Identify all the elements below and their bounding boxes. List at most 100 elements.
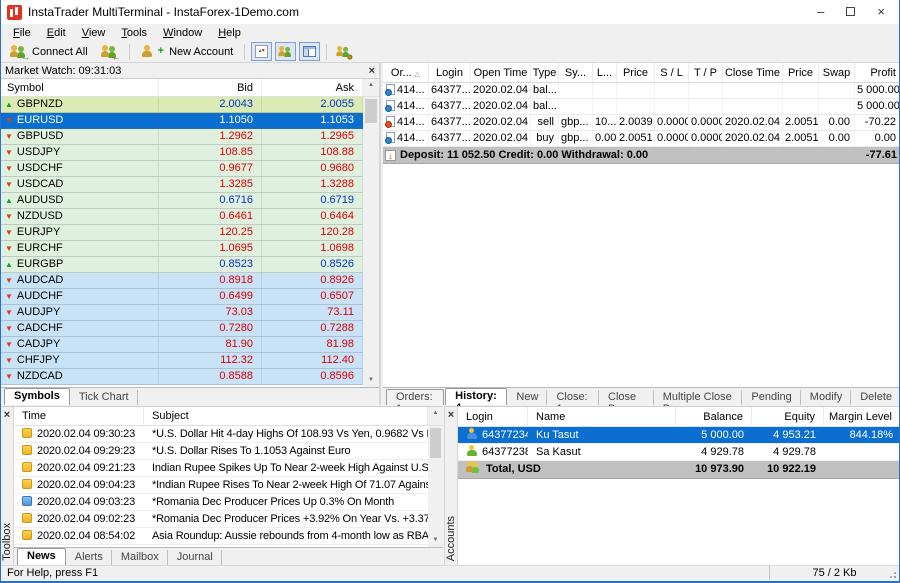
menu-tools[interactable]: Tools <box>113 27 155 39</box>
tab-tick-chart[interactable]: Tick Chart <box>71 390 138 405</box>
news-row[interactable]: 2020.02.04 09:03:23*Romania Dec Producer… <box>14 494 428 511</box>
column-header-name[interactable]: Name <box>528 407 676 426</box>
news-row[interactable]: 2020.02.04 09:02:23*Romania Dec Producer… <box>14 511 428 528</box>
market-watch-row-eurchf[interactable]: ▼EURCHF1.06951.0698 <box>1 241 363 257</box>
order-row[interactable]: 414...64377...2020.02.04 ...bal...5 000.… <box>383 83 900 99</box>
news-scrollbar[interactable]: ▼ <box>428 426 443 547</box>
tab-orders-1[interactable]: Orders: 1 <box>386 389 444 405</box>
ask-value: 0.6719 <box>262 193 363 208</box>
account-settings-button[interactable] <box>333 42 354 61</box>
tab-new[interactable]: New <box>508 390 547 405</box>
tab-history-4[interactable]: History: 4 <box>445 388 507 405</box>
tab-close-1[interactable]: Close: 1 <box>548 390 599 405</box>
market-watch-row-usdcad[interactable]: ▼USDCAD1.32851.3288 <box>1 177 363 193</box>
tab-mailbox[interactable]: Mailbox <box>113 550 168 565</box>
menu-window[interactable]: Window <box>155 27 210 39</box>
tab-delete[interactable]: Delete <box>852 390 900 405</box>
toggle-accounts-button[interactable] <box>275 42 296 61</box>
scrollbar-thumb[interactable] <box>365 99 377 123</box>
column-header-login[interactable]: Login <box>458 407 528 426</box>
toggle-layout-button[interactable] <box>299 42 320 61</box>
news-row[interactable]: 2020.02.04 09:04:23*Indian Rupee Rises T… <box>14 477 428 494</box>
news-row[interactable]: 2020.02.04 09:21:23Indian Rupee Spikes U… <box>14 460 428 477</box>
market-watch-row-cadchf[interactable]: ▼CADCHF0.72800.7288 <box>1 321 363 337</box>
market-watch-close-icon[interactable]: × <box>369 65 375 77</box>
column-header-close-time[interactable]: Close Time <box>723 63 783 82</box>
scrollbar-track[interactable]: ▲ <box>428 407 443 425</box>
market-watch-row-eurjpy[interactable]: ▼EURJPY120.25120.28 <box>1 225 363 241</box>
menu-help[interactable]: Help <box>210 27 249 39</box>
column-header-time[interactable]: Time <box>14 407 144 425</box>
market-watch-row-audjpy[interactable]: ▼AUDJPY73.0373.11 <box>1 305 363 321</box>
market-watch-row-nzdusd[interactable]: ▼NZDUSD0.64610.6464 <box>1 209 363 225</box>
toggle-tick-chart-button[interactable]: ▴▾ <box>251 42 272 61</box>
minimize-icon[interactable]: – <box>817 5 824 19</box>
menu-view[interactable]: View <box>74 27 114 39</box>
column-header-lots[interactable]: L... <box>593 63 617 82</box>
account-row-64377234[interactable]: 64377234Ku Tasut5 000.004 953.21844.18% <box>458 427 900 444</box>
scroll-up-icon[interactable]: ▲ <box>363 79 379 91</box>
column-header-price[interactable]: Price <box>617 63 655 82</box>
column-header-symbol[interactable]: Sy... <box>559 63 593 82</box>
connect-all-button[interactable]: → Connect All <box>5 43 93 60</box>
scroll-up-icon[interactable]: ▲ <box>428 407 443 419</box>
tab-pending[interactable]: Pending <box>743 390 800 405</box>
market-watch-row-audcad[interactable]: ▼AUDCAD0.89180.8926 <box>1 273 363 289</box>
column-header-login[interactable]: Login <box>429 63 471 82</box>
market-watch-row-chfjpy[interactable]: ▼CHFJPY112.32112.40 <box>1 353 363 369</box>
scrollbar-track[interactable]: ▲ <box>363 79 379 96</box>
column-header-type[interactable]: Type <box>531 63 559 82</box>
news-row[interactable]: 2020.02.04 09:29:23*U.S. Dollar Rises To… <box>14 443 428 460</box>
toolbox-close-icon[interactable]: × <box>4 409 10 421</box>
tab-symbols[interactable]: Symbols <box>4 388 70 405</box>
accounts-close-icon[interactable]: × <box>448 409 454 421</box>
menu-file[interactable]: File <box>5 27 39 39</box>
column-header-order[interactable]: Or...△ <box>383 63 429 82</box>
market-watch-row-eurgbp[interactable]: ▲EURGBP0.85230.8526 <box>1 257 363 273</box>
column-header-equity[interactable]: Equity <box>752 407 824 426</box>
column-header-open-time[interactable]: Open Time <box>471 63 531 82</box>
column-header-swap[interactable]: Swap <box>819 63 855 82</box>
market-watch-row-audchf[interactable]: ▼AUDCHF0.64990.6507 <box>1 289 363 305</box>
market-watch-row-gbpnzd[interactable]: ▲GBPNZD2.00432.0055 <box>1 97 363 113</box>
column-header-subject[interactable]: Subject <box>144 407 428 425</box>
new-account-button[interactable]: + New Account <box>136 43 239 60</box>
market-watch-row-cadjpy[interactable]: ▼CADJPY81.9081.98 <box>1 337 363 353</box>
column-header-bid[interactable]: Bid <box>159 79 262 96</box>
column-header-balance[interactable]: Balance <box>676 407 752 426</box>
column-header-sl[interactable]: S / L <box>655 63 689 82</box>
market-watch-row-eurusd[interactable]: ▼EURUSD1.10501.1053 <box>1 113 363 129</box>
column-header-symbol[interactable]: Symbol <box>1 79 159 96</box>
news-row[interactable]: 2020.02.04 09:30:23*U.S. Dollar Hit 4-da… <box>14 426 428 443</box>
tab-journal[interactable]: Journal <box>169 550 222 565</box>
account-row-64377238[interactable]: 64377238Sa Kasut4 929.784 929.78 <box>458 444 900 461</box>
order-row[interactable]: 414...64377...2020.02.04 ...bal...5 000.… <box>383 99 900 115</box>
tab-alerts[interactable]: Alerts <box>67 550 112 565</box>
market-watch-row-audusd[interactable]: ▲AUDUSD0.67160.6719 <box>1 193 363 209</box>
close-icon[interactable]: × <box>877 5 885 19</box>
scroll-down-icon[interactable]: ▼ <box>363 374 379 386</box>
tab-modify[interactable]: Modify <box>802 390 851 405</box>
market-watch-row-usdchf[interactable]: ▼USDCHF0.96770.9680 <box>1 161 363 177</box>
tab-close-by[interactable]: Close By <box>600 390 654 405</box>
disconnect-all-button[interactable]: ← <box>96 43 123 60</box>
market-watch-row-usdjpy[interactable]: ▼USDJPY108.85108.88 <box>1 145 363 161</box>
maximize-icon[interactable] <box>846 5 855 19</box>
news-row[interactable]: 2020.02.04 08:54:02Asia Roundup: Aussie … <box>14 528 428 545</box>
column-header-tp[interactable]: T / P <box>689 63 723 82</box>
scrollbar-thumb[interactable] <box>430 428 441 458</box>
market-watch-row-nzdcad[interactable]: ▼NZDCAD0.85880.8596 <box>1 369 363 385</box>
scroll-down-icon[interactable]: ▼ <box>428 534 443 546</box>
order-row[interactable]: 414...64377...2020.02.04 ...sellgbp...10… <box>383 115 900 131</box>
tab-multiple-close-by[interactable]: Multiple Close By <box>655 390 743 405</box>
column-header-ask[interactable]: Ask <box>262 79 363 96</box>
order-row[interactable]: 414...64377...2020.02.04 ...buygbp...0.0… <box>383 131 900 147</box>
column-header-close-price[interactable]: Price <box>783 63 819 82</box>
cell-profit: 0.00 <box>855 131 900 146</box>
market-watch-scrollbar[interactable]: ▼ <box>363 97 379 387</box>
market-watch-row-gbpusd[interactable]: ▼GBPUSD1.29621.2965 <box>1 129 363 145</box>
tab-news[interactable]: News <box>17 548 66 565</box>
column-header-margin-level[interactable]: Margin Level <box>824 407 900 426</box>
column-header-profit[interactable]: Profit <box>855 63 900 82</box>
menu-edit[interactable]: Edit <box>39 27 74 39</box>
